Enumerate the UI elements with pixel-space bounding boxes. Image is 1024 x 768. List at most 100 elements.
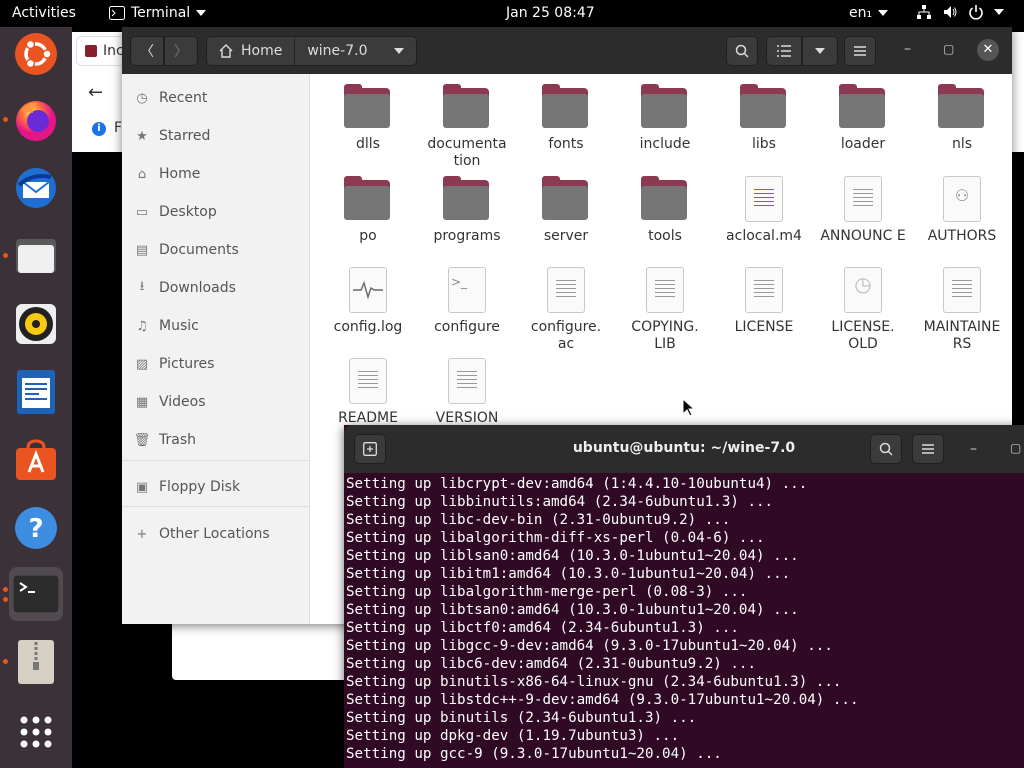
sidebar-item-trash[interactable]: 🗑︎ Trash [134, 428, 196, 452]
close-button[interactable]: ✕ [977, 39, 999, 61]
sidebar-item-home[interactable]: ⌂ Home [134, 162, 200, 186]
terminal-minimize-button[interactable]: – [970, 441, 977, 457]
sidebar-item-label: Desktop [159, 204, 217, 220]
terminal-line: Setting up libc-dev-bin (2.31-0ubuntu9.2… [346, 512, 731, 528]
maximize-button[interactable]: ▢ [943, 42, 954, 56]
show-applications-button[interactable] [9, 705, 63, 759]
dock-thunderbird[interactable] [9, 161, 63, 215]
sidebar-item-desktop[interactable]: ▭ Desktop [134, 200, 217, 224]
sidebar-item-other-locations[interactable]: + Other Locations [134, 522, 270, 546]
sidebar-item-floppy-disk[interactable]: ▣ Floppy Disk [134, 475, 240, 499]
main-menu-button[interactable] [844, 36, 876, 66]
path-segment-home[interactable]: Home [207, 37, 295, 65]
file-item[interactable]: VERSION [422, 358, 512, 427]
folder-item[interactable]: programs [422, 176, 512, 245]
file-item[interactable]: configure. ac [521, 267, 611, 353]
folder-item[interactable]: dlls [323, 84, 413, 153]
path-segment-label: Home [241, 43, 283, 59]
dock-rhythmbox[interactable] [9, 297, 63, 351]
text-file-icon [839, 176, 887, 224]
file-item[interactable]: README [323, 358, 413, 427]
mouse-cursor-icon [682, 398, 694, 417]
dock-help[interactable]: ? [9, 501, 63, 555]
file-label: ANNOUNC E [820, 228, 906, 244]
file-item[interactable]: LICENSE [719, 267, 809, 336]
terminal-search-button[interactable] [870, 434, 902, 464]
sidebar-item-pictures[interactable]: ▨ Pictures [134, 352, 215, 376]
search-button[interactable] [726, 36, 758, 66]
dock-libreoffice-writer[interactable] [9, 365, 63, 419]
sidebar-item-videos[interactable]: ▦ Videos [134, 390, 206, 414]
file-item[interactable]: ANNOUNC E [818, 176, 908, 245]
file-label: nls [951, 136, 973, 152]
file-item[interactable]: >_ configure [422, 267, 512, 336]
sidebar-item-downloads[interactable]: ⭳ Downloads [134, 276, 236, 300]
folder-item[interactable]: include [620, 84, 710, 153]
search-icon [879, 442, 893, 456]
hamburger-icon [854, 46, 866, 56]
terminal-maximize-button[interactable]: ▢ [1010, 441, 1021, 455]
dock-software[interactable] [9, 433, 63, 487]
dock-terminal[interactable] [3, 567, 63, 621]
file-item[interactable]: MAINTAINE RS [917, 267, 1007, 353]
file-item[interactable]: COPYING. LIB [620, 267, 710, 353]
pictures-icon: ▨ [135, 356, 149, 372]
view-options-button[interactable] [802, 36, 838, 66]
folder-item[interactable]: libs [719, 84, 809, 153]
file-item[interactable]: aclocal.m4 [719, 176, 809, 245]
path-segment-current[interactable]: wine-7.0 [294, 37, 416, 65]
language-selector[interactable]: en₁ [849, 5, 889, 21]
folder-icon [740, 84, 788, 132]
terminal-line: Setting up libc6-dev:amd64 (2.31-0ubuntu… [346, 656, 756, 672]
terminal-output[interactable]: Setting up libcrypt-dev:amd64 (1:4.4.10-… [346, 475, 1022, 768]
dock-archive-manager[interactable] [3, 635, 63, 689]
file-label: server [543, 228, 589, 244]
file-item[interactable]: ◷ LICENSE. OLD [818, 267, 908, 353]
path-segment-label: wine-7.0 [307, 43, 368, 59]
folder-item[interactable]: tools [620, 176, 710, 245]
file-item[interactable]: config.log [323, 267, 413, 336]
sidebar-item-documents[interactable]: ▤ Documents [134, 238, 239, 262]
music-icon: ♫ [136, 318, 148, 334]
folder-item[interactable]: documenta tion [422, 84, 512, 170]
forward-button[interactable]: 〉 [164, 36, 198, 66]
folder-item[interactable]: server [521, 176, 611, 245]
ubuntu-logo-icon [15, 33, 57, 75]
sidebar-item-starred[interactable]: ★ Starred [134, 124, 210, 148]
back-button[interactable]: 〈 [130, 36, 164, 66]
activities-button[interactable]: Activities [12, 5, 76, 21]
sidebar-item-label: Music [159, 318, 199, 334]
sidebar-item-label: Downloads [159, 280, 236, 296]
folder-item[interactable]: po [323, 176, 413, 245]
dock-firefox[interactable] [3, 93, 63, 147]
view-list-button[interactable] [766, 36, 802, 66]
file-label: include [639, 136, 691, 152]
folder-item[interactable]: fonts [521, 84, 611, 153]
terminal-line: Setting up libalgorithm-diff-xs-perl (0.… [346, 530, 765, 546]
sidebar-item-music[interactable]: ♫ Music [134, 314, 199, 338]
file-label: configure. ac [530, 319, 602, 352]
terminal-menu-button[interactable] [912, 434, 944, 464]
videos-icon: ▦ [135, 394, 149, 410]
app-menu[interactable]: Terminal [109, 5, 207, 21]
sidebar-item-recent[interactable]: ◷ Recent [134, 86, 207, 110]
back-arrow-icon[interactable]: ← [88, 82, 103, 103]
file-label: libs [752, 136, 776, 152]
dock-ubuntu-installer[interactable] [9, 27, 63, 81]
folder-item[interactable]: nls [917, 84, 1007, 153]
system-tray[interactable] [916, 4, 1004, 20]
dock-files[interactable] [3, 229, 63, 283]
chevron-down-icon [393, 48, 404, 54]
sidebar: ◷ Recent ★ Starred ⌂ Home ▭ Desktop ▤ Documen… [122, 74, 310, 624]
clock[interactable]: Jan 25 08:47 [506, 5, 595, 21]
chevron-right-icon: 〉 [174, 44, 188, 60]
search-icon [735, 44, 749, 58]
sidebar-item-label: Starred [159, 128, 211, 144]
people-file-icon: ⚇ [938, 176, 986, 224]
folder-item[interactable]: loader [818, 84, 908, 153]
minimize-button[interactable]: – [904, 41, 911, 57]
hamburger-icon [922, 444, 934, 454]
file-item[interactable]: ⚇ AUTHORS [917, 176, 1007, 245]
info-icon: i [92, 122, 106, 136]
app-menu-label: Terminal [131, 5, 191, 21]
